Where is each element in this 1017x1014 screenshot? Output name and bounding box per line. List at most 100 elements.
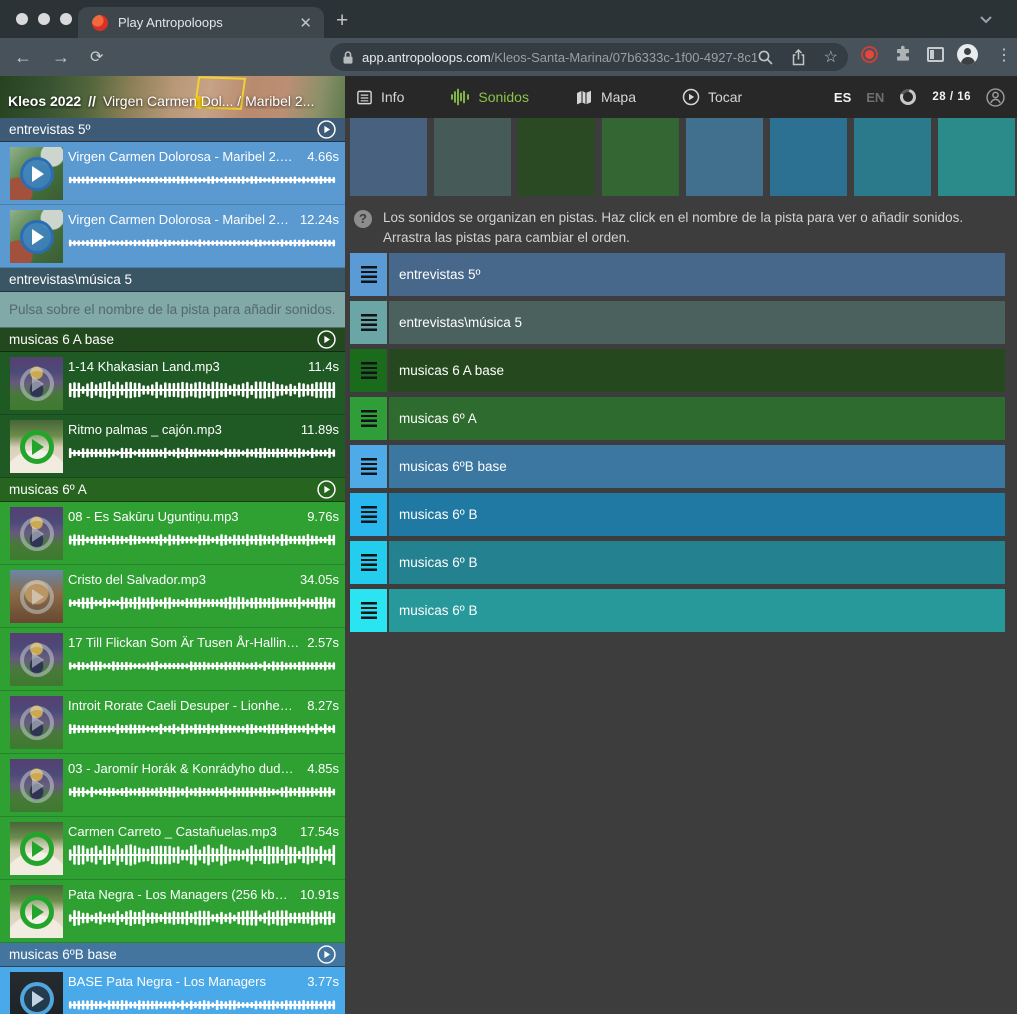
tab-sonidos[interactable]: Sonidos bbox=[450, 88, 529, 106]
browser-tab[interactable]: Play Antropoloops ✕ bbox=[78, 7, 324, 38]
waveform[interactable] bbox=[68, 592, 336, 614]
clip-row[interactable]: Virgen Carmen Dolorosa - Maribel 2.mp34.… bbox=[0, 142, 345, 205]
clip-row[interactable]: 08 - Es Sakūru Uguntiņu.mp39.76s bbox=[0, 502, 345, 565]
clip-row[interactable]: BASE Pata Negra - Los Managers3.77s bbox=[0, 967, 345, 1014]
clip-play-button[interactable] bbox=[10, 210, 63, 263]
clip-row[interactable]: Cristo del Salvador.mp334.05s bbox=[0, 565, 345, 628]
track-section-name[interactable]: musicas 6ºB base bbox=[9, 947, 317, 962]
waveform[interactable] bbox=[68, 232, 336, 254]
tab-info[interactable]: Info bbox=[356, 89, 404, 106]
clip-row[interactable]: 03 - Jaromír Horák & Konrádyho dudácká .… bbox=[0, 754, 345, 817]
track-row-6[interactable]: musicas 6º B bbox=[350, 493, 1005, 536]
clip-play-button[interactable] bbox=[10, 696, 63, 749]
drag-handle[interactable] bbox=[350, 253, 387, 296]
track-row-2[interactable]: entrevistas\música 5 bbox=[350, 301, 1005, 344]
track-name-button[interactable]: musicas 6º B bbox=[389, 493, 1005, 536]
track-name-button[interactable]: entrevistas 5º bbox=[389, 253, 1005, 296]
waveform[interactable] bbox=[68, 994, 336, 1014]
section-play-icon[interactable] bbox=[317, 480, 336, 499]
kebab-menu-icon[interactable]: ⋮ bbox=[996, 45, 1012, 65]
window-zoom-button[interactable] bbox=[60, 13, 72, 25]
clip-play-button[interactable] bbox=[10, 357, 63, 410]
clip-row[interactable]: 1-14 Khakasian Land.mp311.4s bbox=[0, 352, 345, 415]
forward-arrow-icon[interactable]: → bbox=[52, 45, 70, 69]
search-icon[interactable] bbox=[757, 49, 773, 65]
waveform[interactable] bbox=[68, 442, 336, 464]
track-section-name[interactable]: entrevistas 5º bbox=[9, 122, 317, 137]
track-section-header-musicas-6-a-base[interactable]: musicas 6 A base bbox=[0, 328, 345, 352]
waveform[interactable] bbox=[68, 844, 336, 866]
drag-handle[interactable] bbox=[350, 445, 387, 488]
new-tab-button[interactable]: + bbox=[336, 6, 348, 36]
clip-play-button[interactable] bbox=[10, 822, 63, 875]
clip-row[interactable]: Virgen Carmen Dolorosa - Maribel 2.mp312… bbox=[0, 205, 345, 268]
track-name-button[interactable]: musicas 6º A bbox=[389, 397, 1005, 440]
track-section-name[interactable]: musicas 6º A bbox=[9, 482, 317, 497]
clip-row[interactable]: Introit Rorate Caeli Desuper - Lionheart… bbox=[0, 691, 345, 754]
window-minimize-button[interactable] bbox=[38, 13, 50, 25]
clip-play-button[interactable] bbox=[10, 633, 63, 686]
share-icon[interactable] bbox=[791, 49, 806, 66]
track-name-button[interactable]: entrevistas\música 5 bbox=[389, 301, 1005, 344]
track-section-name[interactable]: entrevistas\música 5 bbox=[9, 272, 336, 287]
clip-play-button[interactable] bbox=[10, 147, 63, 200]
tab-search-chevron-icon[interactable] bbox=[980, 16, 992, 24]
tab-tocar[interactable]: Tocar bbox=[682, 88, 742, 106]
clip-row[interactable]: Ritmo palmas _ cajón.mp311.89s bbox=[0, 415, 345, 478]
drag-handle[interactable] bbox=[350, 349, 387, 392]
track-name-button[interactable]: musicas 6 A base bbox=[389, 349, 1005, 392]
track-name-button[interactable]: musicas 6º B bbox=[389, 541, 1005, 584]
drag-handle[interactable] bbox=[350, 541, 387, 584]
track-row-5[interactable]: musicas 6ºB base bbox=[350, 445, 1005, 488]
extensions-puzzle-icon[interactable] bbox=[894, 45, 912, 63]
track-name-button[interactable]: musicas 6ºB base bbox=[389, 445, 1005, 488]
waveform[interactable] bbox=[68, 907, 336, 929]
track-row-8[interactable]: musicas 6º B bbox=[350, 589, 1005, 632]
track-section-header-entrevistas-m-sica-5[interactable]: entrevistas\música 5 bbox=[0, 268, 345, 292]
clip-play-button[interactable] bbox=[10, 759, 63, 812]
bookmark-star-icon[interactable]: ☆ bbox=[824, 47, 838, 67]
track-row-1[interactable]: entrevistas 5º bbox=[350, 253, 1005, 296]
address-bar[interactable]: app.antropoloops.com/Kleos-Santa-Marina/… bbox=[330, 43, 848, 71]
drag-handle[interactable] bbox=[350, 589, 387, 632]
lang-es-button[interactable]: ES bbox=[834, 90, 851, 105]
clip-play-button[interactable] bbox=[10, 570, 63, 623]
breadcrumb[interactable]: Kleos 2022//Virgen Carmen Dol... / Marib… bbox=[8, 93, 343, 109]
waveform[interactable] bbox=[68, 655, 336, 677]
section-play-icon[interactable] bbox=[317, 120, 336, 139]
waveform[interactable] bbox=[68, 718, 336, 740]
track-section-name[interactable]: musicas 6 A base bbox=[9, 332, 317, 347]
waveform[interactable] bbox=[68, 169, 336, 191]
profile-avatar-icon[interactable] bbox=[957, 44, 978, 65]
breadcrumb-project[interactable]: Kleos 2022 bbox=[8, 93, 81, 109]
section-play-icon[interactable] bbox=[317, 330, 336, 349]
section-play-icon[interactable] bbox=[317, 945, 336, 964]
reload-icon[interactable]: ⟳ bbox=[90, 46, 103, 70]
waveform[interactable] bbox=[68, 781, 336, 803]
track-section-header-entrevistas-5[interactable]: entrevistas 5º bbox=[0, 118, 345, 142]
window-close-button[interactable] bbox=[16, 13, 28, 25]
clip-row[interactable]: Carmen Carreto _ Castañuelas.mp317.54s bbox=[0, 817, 345, 880]
track-row-7[interactable]: musicas 6º B bbox=[350, 541, 1005, 584]
track-row-4[interactable]: musicas 6º A bbox=[350, 397, 1005, 440]
track-name-button[interactable]: musicas 6º B bbox=[389, 589, 1005, 632]
drag-handle[interactable] bbox=[350, 493, 387, 536]
clip-play-button[interactable] bbox=[10, 420, 63, 473]
recorder-extension-icon[interactable] bbox=[861, 46, 878, 63]
side-panel-icon[interactable] bbox=[927, 47, 944, 62]
account-person-icon[interactable] bbox=[986, 88, 1005, 107]
track-section-header-musicas-6-b-base[interactable]: musicas 6ºB base bbox=[0, 943, 345, 967]
drag-handle[interactable] bbox=[350, 397, 387, 440]
drag-handle[interactable] bbox=[350, 301, 387, 344]
lock-icon[interactable] bbox=[342, 50, 354, 65]
track-section-header-musicas-6-a[interactable]: musicas 6º A bbox=[0, 478, 345, 502]
breadcrumb-trail[interactable]: Virgen Carmen Dol... / Maribel 2... bbox=[103, 93, 314, 109]
tab-close-icon[interactable]: ✕ bbox=[297, 14, 314, 32]
waveform[interactable] bbox=[68, 529, 336, 551]
clip-row[interactable]: 17 Till Flickan Som Är Tusen År-Halling … bbox=[0, 628, 345, 691]
clip-play-button[interactable] bbox=[10, 972, 63, 1014]
track-row-3[interactable]: musicas 6 A base bbox=[350, 349, 1005, 392]
waveform[interactable] bbox=[68, 379, 336, 401]
clip-play-button[interactable] bbox=[10, 885, 63, 938]
tab-mapa[interactable]: Mapa bbox=[575, 89, 636, 106]
